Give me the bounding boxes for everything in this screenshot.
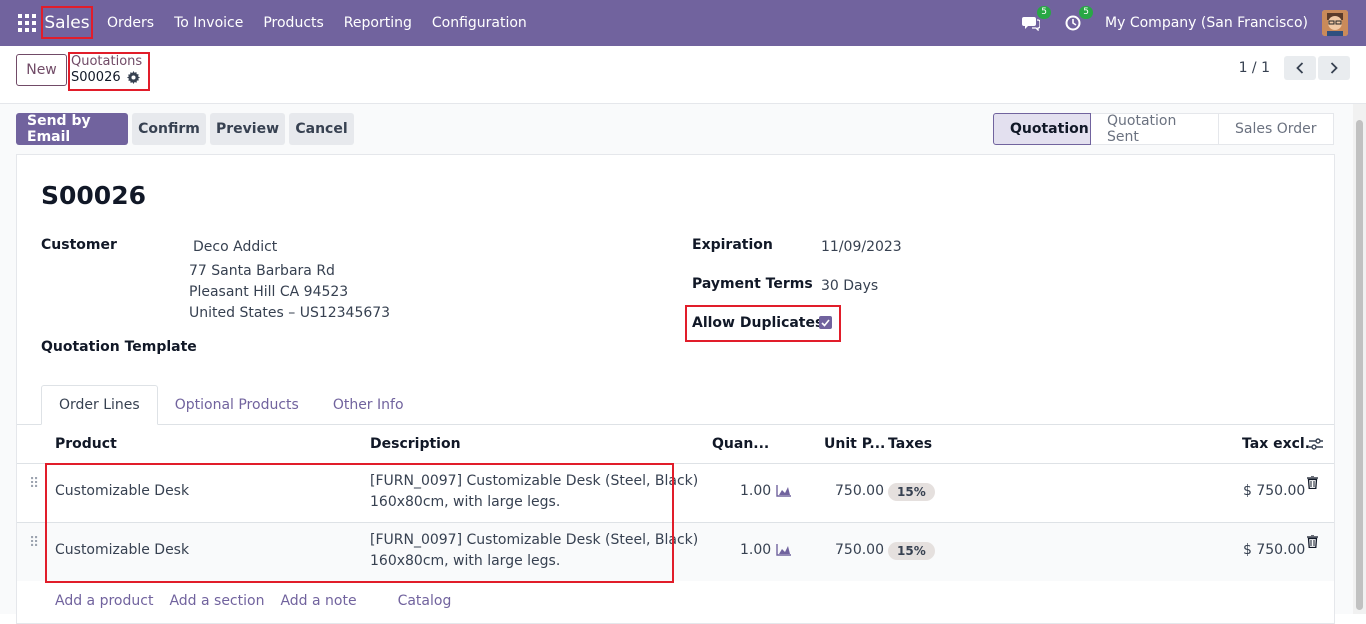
trash-icon[interactable] [1307, 535, 1318, 548]
add-line-links: Add a product Add a section Add a note C… [55, 593, 467, 609]
main-navbar: Sales Orders To Invoice Products Reporti… [0, 0, 1366, 46]
breadcrumb-quotations[interactable]: Quotations [71, 54, 142, 69]
line-tax: 15% [888, 542, 935, 560]
form-action-buttons: Send by Email Confirm Preview Cancel [16, 113, 354, 145]
allow-duplicates-checkbox[interactable] [819, 316, 832, 329]
customer-label: Customer [41, 237, 117, 253]
pager-previous-button[interactable] [1284, 56, 1316, 80]
page-scrollbar[interactable] [1353, 104, 1366, 614]
line-unit-price[interactable]: 750.00 [835, 483, 884, 499]
confirm-button[interactable]: Confirm [132, 113, 206, 145]
menu-configuration[interactable]: Configuration [432, 15, 527, 31]
col-taxes[interactable]: Taxes [888, 425, 932, 463]
breadcrumb-current: S00026 [71, 70, 140, 85]
order-reference: S00026 [41, 181, 146, 210]
customer-address-line1: 77 Santa Barbara Rd [189, 263, 335, 279]
preview-button[interactable]: Preview [210, 113, 285, 145]
optional-columns-icon[interactable] [1309, 425, 1323, 463]
form-view: Send by Email Confirm Preview Cancel Quo… [0, 104, 1353, 624]
chevron-left-icon [1296, 62, 1304, 74]
line-subtotal: $ 750.00 [1243, 542, 1306, 558]
chevron-right-icon [1330, 62, 1338, 74]
notebook-tabs: Order Lines Optional Products Other Info [41, 385, 421, 425]
add-note-link[interactable]: Add a note [280, 593, 356, 609]
col-unit-price[interactable]: Unit P... [824, 425, 885, 463]
scrollbar-thumb[interactable] [1356, 120, 1363, 610]
col-quantity[interactable]: Quan... [712, 425, 769, 463]
add-section-link[interactable]: Add a section [169, 593, 264, 609]
payment-terms-label: Payment Terms [692, 276, 813, 292]
forecast-chart-icon[interactable] [776, 544, 791, 556]
customer-field[interactable]: Deco Addict [193, 239, 277, 255]
forecast-chart-icon[interactable] [776, 485, 791, 497]
stage-sales-order[interactable]: Sales Order [1219, 113, 1334, 145]
top-menu: Orders To Invoice Products Reporting Con… [107, 0, 547, 46]
add-product-link[interactable]: Add a product [55, 593, 153, 609]
messages-icon[interactable]: 5 [1021, 6, 1052, 33]
app-name-sales[interactable]: Sales [41, 6, 93, 39]
order-lines-highlight [45, 463, 674, 583]
catalog-link[interactable]: Catalog [398, 593, 452, 609]
tab-other-info[interactable]: Other Info [316, 385, 421, 425]
company-switcher[interactable]: My Company (San Francisco) [1105, 15, 1308, 31]
col-product[interactable]: Product [55, 425, 117, 463]
messages-count-badge: 5 [1037, 6, 1052, 19]
app-grid-icon[interactable] [18, 14, 36, 32]
payment-terms-field[interactable]: 30 Days [821, 278, 878, 294]
tab-order-lines[interactable]: Order Lines [41, 385, 158, 425]
expiration-label: Expiration [692, 237, 773, 253]
line-tax: 15% [888, 483, 935, 501]
menu-products[interactable]: Products [263, 15, 323, 31]
form-sheet: S00026 Customer Deco Addict 77 Santa Bar… [16, 154, 1335, 624]
activity-clock-icon[interactable]: 5 [1063, 6, 1094, 33]
line-subtotal: $ 750.00 [1243, 483, 1306, 499]
tab-optional-products[interactable]: Optional Products [158, 385, 316, 425]
line-quantity[interactable]: 1.00 [740, 483, 771, 499]
gear-icon[interactable] [126, 71, 140, 84]
line-quantity[interactable]: 1.00 [740, 542, 771, 558]
customer-address-line2: Pleasant Hill CA 94523 [189, 284, 349, 300]
line-unit-price[interactable]: 750.00 [835, 542, 884, 558]
send-by-email-button[interactable]: Send by Email [16, 113, 128, 145]
col-subtotal[interactable]: Tax excl. [1242, 425, 1310, 463]
drag-handle-icon[interactable]: ⠿ [29, 535, 39, 551]
menu-reporting[interactable]: Reporting [344, 15, 412, 31]
expiration-field[interactable]: 11/09/2023 [821, 239, 902, 255]
customer-address-line3: United States – US12345673 [189, 305, 391, 321]
menu-to-invoice[interactable]: To Invoice [174, 15, 243, 31]
stage-quotation[interactable]: Quotation [993, 113, 1091, 145]
col-description[interactable]: Description [370, 425, 461, 463]
pager-value[interactable]: 1 / 1 [1239, 60, 1270, 76]
checkmark-icon [821, 318, 830, 327]
pager: 1 / 1 [1239, 56, 1350, 80]
menu-orders[interactable]: Orders [107, 15, 154, 31]
stage-quotation-sent[interactable]: Quotation Sent [1091, 113, 1219, 145]
status-bar: Quotation Quotation Sent Sales Order [993, 113, 1334, 145]
control-panel: New Quotations S00026 1 / 1 [0, 46, 1366, 104]
user-avatar[interactable] [1322, 10, 1348, 36]
systray: 5 5 My Company (San Francisco) [1021, 0, 1348, 46]
activities-count-badge: 5 [1079, 6, 1094, 19]
cancel-button[interactable]: Cancel [289, 113, 354, 145]
quotation-template-label: Quotation Template [41, 339, 197, 355]
breadcrumb-current-label: S00026 [71, 70, 121, 85]
new-button[interactable]: New [16, 54, 67, 86]
tax-badge[interactable]: 15% [888, 542, 935, 560]
pager-next-button[interactable] [1318, 56, 1350, 80]
tax-badge[interactable]: 15% [888, 483, 935, 501]
trash-icon[interactable] [1307, 476, 1318, 489]
allow-duplicates-label: Allow Duplicates [692, 315, 824, 331]
drag-handle-icon[interactable]: ⠿ [29, 476, 39, 492]
